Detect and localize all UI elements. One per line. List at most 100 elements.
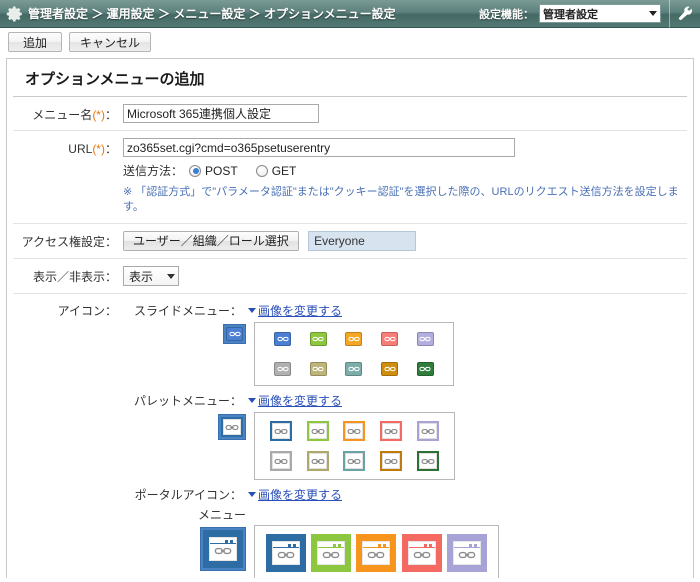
icon-choice[interactable] — [416, 362, 434, 377]
visibility-field-wrap: 表示 — [123, 266, 687, 287]
portal-icon-label: ポータルアイコン： — [123, 486, 248, 503]
content-panel: オプションメニューの追加 メニュー名(*)： Microsoft 365連携個人… — [6, 58, 694, 578]
portal-icon-change-image-link[interactable]: 画像を変更する — [258, 486, 342, 503]
portal-icon — [447, 534, 488, 573]
icon-choice[interactable] — [416, 421, 439, 442]
icon-choice[interactable] — [274, 332, 292, 347]
portal-icon-colon: ： — [229, 488, 242, 503]
icon-choice[interactable] — [306, 451, 329, 472]
palette-menu-label-text: パレットメニュー — [133, 394, 230, 409]
radio-get[interactable]: GET — [255, 164, 296, 178]
palette-menu-icon — [343, 451, 366, 472]
portal-icon — [401, 534, 442, 573]
icon-choice[interactable] — [309, 362, 327, 377]
select-user-org-role-button[interactable]: ユーザー／組織／ロール選択 — [123, 230, 299, 251]
form-row-menu-name: メニュー名(*)： Microsoft 365連携個人設定 — [13, 97, 687, 131]
slide-menu-body: スライドメニュー： 画像を変更する — [123, 302, 687, 387]
icon-choice[interactable] — [265, 534, 306, 573]
icon-choice[interactable] — [345, 332, 363, 347]
icon-choice[interactable] — [345, 362, 363, 377]
palette-menu-icon — [343, 421, 366, 442]
required-mark: (*) — [92, 142, 105, 156]
access-rights-colon: ： — [104, 234, 117, 249]
palette-menu-selected-icon[interactable] — [218, 414, 246, 441]
access-rights-label: アクセス権設定： — [13, 231, 123, 250]
function-select-value: 管理者設定 — [543, 8, 598, 21]
slide-menu-label-text: スライドメニュー — [133, 304, 230, 319]
icon-choice[interactable] — [381, 362, 399, 377]
portal-icon — [356, 534, 397, 573]
slide-menu-colon: ： — [229, 304, 242, 319]
cancel-button[interactable]: キャンセル — [69, 32, 152, 52]
send-method-label: 送信方法： — [123, 164, 184, 178]
visibility-select[interactable]: 表示 — [123, 266, 179, 287]
portal-icon — [311, 534, 352, 573]
palette-menu-icon — [270, 421, 293, 442]
icon-choice[interactable] — [356, 534, 397, 573]
icon-choice[interactable] — [380, 421, 403, 442]
slide-menu-icon — [274, 362, 292, 377]
visibility-select-value: 表示 — [129, 269, 154, 284]
palette-menu-palette — [254, 412, 455, 481]
wrench-button[interactable] — [670, 0, 700, 28]
palette-menu-icon — [306, 421, 329, 442]
radio-get-icon — [255, 164, 268, 177]
slide-menu-icon — [416, 332, 434, 347]
palette-menu-colon: ： — [229, 394, 242, 409]
chevron-down-icon — [167, 273, 175, 279]
palette-menu-row — [123, 412, 687, 481]
icon-choice[interactable] — [401, 534, 442, 573]
slide-menu-selected-icon[interactable] — [223, 324, 246, 345]
icon-choice[interactable] — [416, 332, 434, 347]
function-select-label: 設定機能： — [479, 8, 534, 21]
palette-menu-icon — [380, 451, 403, 472]
palette-menu-selected-slot — [123, 412, 254, 441]
icon-choice[interactable] — [306, 421, 329, 442]
palette-menu-label: パレットメニュー： — [123, 392, 248, 409]
icon-choice[interactable] — [270, 451, 293, 472]
portal-icon — [203, 530, 243, 569]
portal-icon-head: ポータルアイコン： 画像を変更する — [123, 486, 687, 503]
add-button[interactable]: 追加 — [8, 32, 62, 52]
radio-post-label: POST — [205, 163, 238, 178]
icon-choice[interactable] — [380, 451, 403, 472]
radio-post-icon — [189, 164, 202, 177]
send-method-row: 送信方法： POST GET — [123, 162, 687, 179]
triangle-down-icon — [248, 398, 256, 404]
portal-icon-body: ポータルアイコン： 画像を変更する メニュー — [123, 486, 687, 578]
visibility-label: 表示／非表示： — [13, 266, 123, 285]
menu-name-input[interactable]: Microsoft 365連携個人設定 — [123, 104, 319, 123]
icon-choice[interactable] — [309, 332, 327, 347]
icon-choice[interactable] — [343, 451, 366, 472]
icon-choice[interactable] — [311, 534, 352, 573]
slide-menu-change-image-link[interactable]: 画像を変更する — [258, 302, 342, 319]
slide-menu-icon — [345, 332, 363, 347]
palette-menu-body: パレットメニュー： 画像を変更する — [123, 392, 687, 481]
menu-name-label-text: メニュー名 — [32, 108, 93, 122]
slide-menu-head: スライドメニュー： 画像を変更する — [123, 302, 687, 319]
access-rights-value: Everyone — [308, 231, 417, 252]
icon-choice[interactable] — [274, 362, 292, 377]
slide-menu-icon — [226, 327, 243, 342]
slide-menu-palette — [254, 322, 454, 387]
portal-icon-selected-icon[interactable] — [200, 527, 246, 572]
send-method-note: ※ 「認証方式」で"パラメータ認証"または"クッキー認証"を選択した際の、URL… — [123, 186, 679, 214]
portal-icon-row — [123, 525, 687, 578]
slide-menu-icon — [345, 362, 363, 377]
palette-menu-block: パレットメニュー： 画像を変更する — [13, 392, 687, 481]
breadcrumb: 管理者設定 ＞ 運用設定 ＞ メニュー設定 ＞ オプションメニュー設定 — [28, 7, 396, 21]
radio-post[interactable]: POST — [189, 164, 238, 178]
icon-choice[interactable] — [270, 421, 293, 442]
palette-menu-head: パレットメニュー： 画像を変更する — [123, 392, 687, 409]
icon-choice[interactable] — [416, 451, 439, 472]
palette-menu-change-image-link[interactable]: 画像を変更する — [258, 392, 342, 409]
url-colon: ： — [104, 142, 117, 156]
page-title: オプションメニューの追加 — [13, 59, 687, 97]
icon-choice[interactable] — [381, 332, 399, 347]
palette-menu-icon — [270, 451, 293, 472]
url-input[interactable]: zo365set.cgi?cmd=o365psetuserentry — [123, 138, 515, 157]
function-select[interactable]: 管理者設定 — [539, 4, 661, 23]
slide-menu-icon — [416, 362, 434, 377]
icon-choice[interactable] — [447, 534, 488, 573]
icon-choice[interactable] — [343, 421, 366, 442]
